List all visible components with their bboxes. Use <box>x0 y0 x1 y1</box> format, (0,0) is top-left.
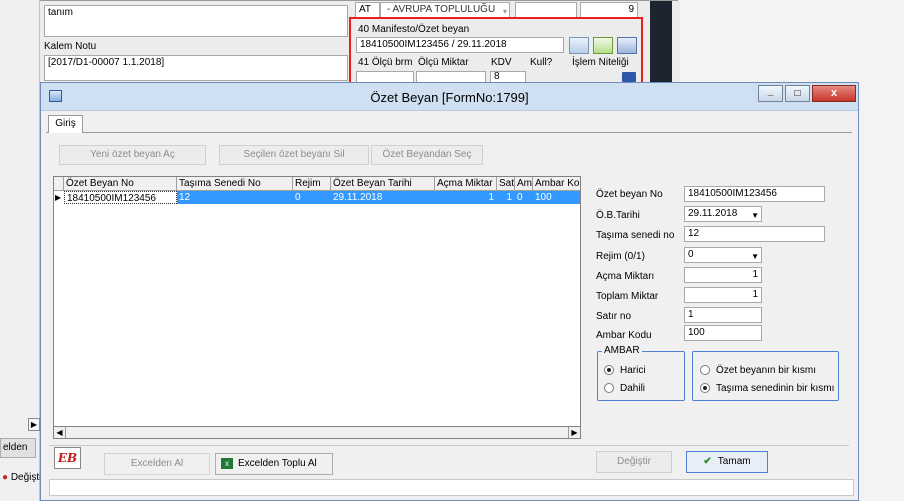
ambar-kodu-label: Ambar Kodu <box>596 330 652 341</box>
tasima-kismi-label: Taşıma senedinin bir kısmı <box>716 383 835 394</box>
table-cell[interactable]: 12 <box>177 191 293 204</box>
column-header[interactable]: Özet Beyan Tarihi <box>331 177 435 191</box>
annotation-box <box>349 17 643 88</box>
kalem-notu-label: Kalem Notu <box>44 41 97 52</box>
tasima-field[interactable]: 12 <box>684 226 825 242</box>
dialog-title-bar[interactable]: Özet Beyan [FormNo:1799] _ □ x <box>41 83 858 111</box>
eb-logo: EB <box>54 447 81 469</box>
column-header[interactable]: Taşıma Senedi No <box>177 177 293 191</box>
harici-label: Harici <box>620 365 646 376</box>
ozet-no-field[interactable]: 18410500IM123456 <box>684 186 825 202</box>
ozet-no-label: Özet beyan No <box>596 189 663 200</box>
table-cell[interactable]: 18410500IM123456 <box>64 191 177 204</box>
table-cell[interactable]: 29.11.2018 <box>331 191 435 204</box>
excelden-toplu-al-button[interactable]: x Excelden Toplu Al <box>215 453 333 475</box>
tab-strip: Giriş <box>46 113 852 133</box>
footer-strip <box>49 479 854 496</box>
at-select-value: - AVRUPA TOPLULUĞU <box>387 4 496 15</box>
tasima-kismi-radio[interactable]: Taşıma senedinin bir kısmı <box>700 383 834 394</box>
table-cell[interactable]: 100 <box>533 191 580 204</box>
dahili-radio[interactable]: Dahili <box>604 383 645 394</box>
tanim-label: tanım <box>48 7 74 18</box>
grid-horizontal-scrollbar[interactable]: ◀ ▶ <box>53 426 581 439</box>
acma-field[interactable]: 1 <box>684 267 762 283</box>
excelden-toplu-label: Excelden Toplu Al <box>238 458 317 469</box>
table-cell[interactable]: 0 <box>293 191 331 204</box>
at-extra-field[interactable] <box>515 2 577 18</box>
column-header[interactable]: Açma Miktar <box>435 177 497 191</box>
scroll-right-button[interactable]: ▶ <box>568 427 580 438</box>
grid-row-header-corner <box>54 177 64 191</box>
column-header[interactable]: Am <box>515 177 533 191</box>
ambar-kodu-field[interactable]: 100 <box>684 325 762 341</box>
dialog-title: Özet Beyan [FormNo:1799] <box>370 90 529 105</box>
tamam-button[interactable]: ✔ Tamam <box>686 451 768 473</box>
new-ozet-beyan-button[interactable]: Yeni özet beyan Aç <box>59 145 206 165</box>
toplam-label: Toplam Miktar <box>596 291 659 302</box>
degistir-button[interactable]: Değiştir <box>596 451 672 473</box>
ozet-beyan-grid[interactable]: Özet Beyan No Taşıma Senedi No Rejim Öze… <box>53 176 581 438</box>
ozet-kismi-radio[interactable]: Özet beyanın bir kısmı <box>700 365 816 376</box>
left-degistir-button[interactable]: ● Değişti <box>0 468 40 488</box>
ambar-group-label: AMBAR <box>602 345 642 357</box>
tanim-field[interactable]: tanım <box>44 5 348 37</box>
checkmark-icon: ✔ <box>703 456 712 467</box>
left-degistir-label: Değişti <box>10 472 40 483</box>
bullet-icon: ● <box>2 472 9 483</box>
rejim-select[interactable]: 0 ▼ <box>684 247 762 263</box>
ob-tarihi-label: Ö.B.Tarihi <box>596 210 640 221</box>
kalem-notu-field[interactable]: [2017/D1-00007 1.1.2018] <box>44 55 348 81</box>
column-header[interactable]: Rejim <box>293 177 331 191</box>
tamam-label: Tamam <box>717 456 751 467</box>
tasima-label: Taşıma senedi no <box>596 230 675 241</box>
row-indicator-icon: ▶ <box>55 193 62 202</box>
left-excelden-button[interactable]: elden <box>0 438 36 458</box>
ozet-kismi-label: Özet beyanın bir kısmı <box>716 365 817 376</box>
dahili-label: Dahili <box>620 383 646 394</box>
minimize-button[interactable]: _ <box>758 85 783 102</box>
footer-divider <box>49 445 849 446</box>
acma-label: Açma Miktarı <box>596 271 655 282</box>
at-code-field[interactable]: AT <box>355 2 380 18</box>
table-cell[interactable]: 0 <box>515 191 533 204</box>
table-cell[interactable]: 1 <box>497 191 515 204</box>
radio-empty-icon <box>700 365 710 376</box>
excelden-al-button[interactable]: Excelden Al <box>104 453 210 475</box>
left-scroll-right-button[interactable]: ▶ <box>28 418 40 431</box>
chevron-down-icon: ▼ <box>751 211 759 220</box>
delete-ozet-beyan-button[interactable]: Seçilen özet beyanı Sil <box>219 145 369 165</box>
close-button[interactable]: x <box>812 85 856 102</box>
dialog-window: Özet Beyan [FormNo:1799] _ □ x Giriş Yen… <box>40 82 859 501</box>
radio-empty-icon <box>604 383 614 394</box>
ob-tarihi-field[interactable]: 29.11.2018 ▼ <box>684 206 762 222</box>
harici-radio[interactable]: Harici <box>604 365 646 376</box>
background-dark-panel <box>650 0 672 88</box>
chevron-down-icon: ▼ <box>751 252 759 261</box>
select-ozet-beyan-button[interactable]: Özet Beyandan Seç <box>371 145 483 165</box>
scroll-left-button[interactable]: ◀ <box>54 427 66 438</box>
grid-header: Özet Beyan No Taşıma Senedi No Rejim Öze… <box>54 177 580 191</box>
background-top-border <box>0 0 678 1</box>
column-header[interactable]: Sat <box>497 177 515 191</box>
satir-label: Satır no <box>596 311 632 322</box>
table-row[interactable]: ▶ 18410500IM123456 12 0 29.11.2018 1 1 0… <box>54 191 580 204</box>
rejim-label: Rejim (0/1) <box>596 251 645 262</box>
column-header[interactable]: Özet Beyan No <box>64 177 177 191</box>
satir-field[interactable]: 1 <box>684 307 762 323</box>
rejim-value: 0 <box>688 249 694 260</box>
at-select[interactable]: - AVRUPA TOPLULUĞU ▾ <box>380 2 510 18</box>
column-header[interactable]: Ambar Ko <box>533 177 580 191</box>
tab-giris[interactable]: Giriş <box>48 115 83 133</box>
ob-tarihi-value: 29.11.2018 <box>688 208 738 219</box>
excel-icon: x <box>221 457 233 469</box>
table-cell[interactable]: 1 <box>435 191 497 204</box>
radio-selected-icon <box>604 365 614 376</box>
maximize-button[interactable]: □ <box>785 85 810 102</box>
radio-selected-icon <box>700 383 710 394</box>
toplam-field[interactable]: 1 <box>684 287 762 303</box>
count-field[interactable]: 9 <box>580 2 638 18</box>
